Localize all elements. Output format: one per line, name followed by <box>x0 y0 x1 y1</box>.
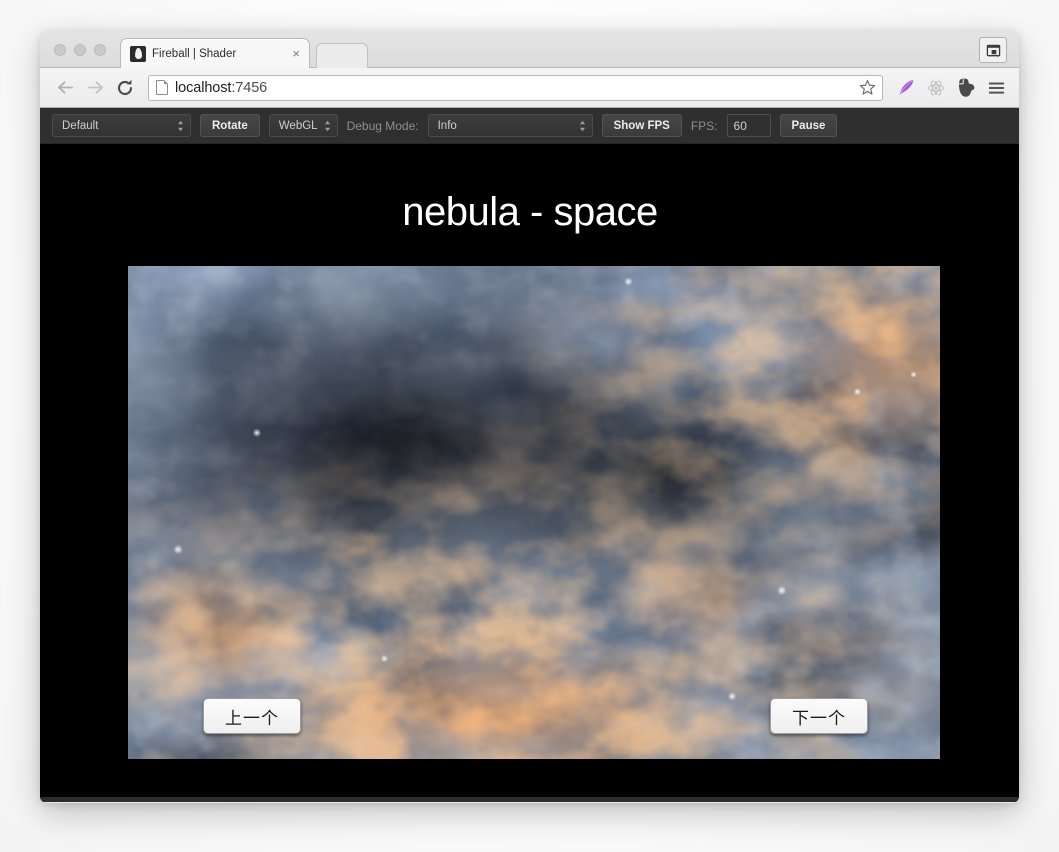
page-document-icon <box>156 80 168 95</box>
browser-window: Fireball | Shader × localhost:7456 Defau… <box>40 31 1019 803</box>
reload-glyph <box>118 79 133 95</box>
desktop-background: Fireball | Shader × localhost:7456 Defau… <box>0 0 1059 852</box>
url-port: :7456 <box>231 79 268 96</box>
zoom-window-button[interactable] <box>94 44 106 56</box>
shader-toolbar: Default Rotate WebGL Debug Mode: Info Sh… <box>40 108 1019 144</box>
hamburger-glyph <box>988 81 1004 94</box>
minimize-window-button[interactable] <box>74 44 86 56</box>
debug-mode-select-value: Info <box>437 119 457 132</box>
evernote-glyph <box>958 78 974 97</box>
pause-button[interactable]: Pause <box>779 114 838 137</box>
chevron-updown-icon <box>177 120 184 131</box>
debug-mode-label: Debug Mode: <box>346 118 419 133</box>
window-bottom-edge <box>40 797 1019 802</box>
window-traffic-lights <box>54 44 106 56</box>
shader-stage: nebula - space 上一个 下一个 <box>40 144 1019 801</box>
close-icon[interactable]: × <box>289 47 303 60</box>
back-arrow-glyph <box>57 81 73 94</box>
next-button[interactable]: 下一个 <box>770 698 868 734</box>
browser-tab-active[interactable]: Fireball | Shader × <box>120 38 310 68</box>
back-arrow-icon[interactable] <box>52 75 78 101</box>
reload-icon[interactable] <box>112 75 138 101</box>
prev-button[interactable]: 上一个 <box>203 698 301 734</box>
react-devtools-icon[interactable] <box>923 75 949 101</box>
close-window-button[interactable] <box>54 44 66 56</box>
nebula-render <box>128 266 940 759</box>
react-glyph <box>925 77 947 98</box>
forward-arrow-glyph <box>87 81 103 94</box>
fps-label: FPS: <box>690 118 718 133</box>
evernote-icon[interactable] <box>953 75 979 101</box>
address-bar[interactable]: localhost:7456 <box>148 74 883 101</box>
browser-navigation-bar: localhost:7456 <box>40 68 1019 108</box>
browser-tab-strip: Fireball | Shader × <box>40 31 1019 68</box>
renderer-select[interactable]: WebGL <box>268 114 338 137</box>
new-tab-button[interactable] <box>316 43 368 68</box>
url-text: localhost:7456 <box>175 80 856 96</box>
fps-input[interactable]: 60 <box>726 114 771 137</box>
show-fps-button[interactable]: Show FPS <box>601 114 682 137</box>
nebula-canvas[interactable]: 上一个 下一个 <box>128 266 940 759</box>
window-capture-icon[interactable] <box>979 37 1007 63</box>
url-host: localhost <box>175 79 232 96</box>
preset-select-value: Default <box>62 119 99 132</box>
window-capture-glyph <box>986 44 1000 57</box>
chevron-updown-icon <box>579 120 585 131</box>
star-glyph <box>859 79 875 95</box>
shader-title: nebula - space <box>402 190 658 234</box>
chevron-updown-icon <box>324 120 330 131</box>
tab-title: Fireball | Shader <box>152 47 237 60</box>
star-icon[interactable] <box>856 77 878 99</box>
forward-arrow-icon[interactable] <box>82 75 108 101</box>
feather-icon[interactable] <box>893 75 919 101</box>
page-content: Default Rotate WebGL Debug Mode: Info Sh… <box>40 108 1019 802</box>
renderer-select-value: WebGL <box>278 119 318 132</box>
debug-mode-select[interactable]: Info <box>427 114 593 137</box>
fireball-drop-icon <box>130 45 146 62</box>
preset-select[interactable]: Default <box>52 114 191 137</box>
feather-glyph <box>898 79 913 96</box>
rotate-button[interactable]: Rotate <box>200 114 260 137</box>
menu-icon[interactable] <box>983 75 1009 101</box>
